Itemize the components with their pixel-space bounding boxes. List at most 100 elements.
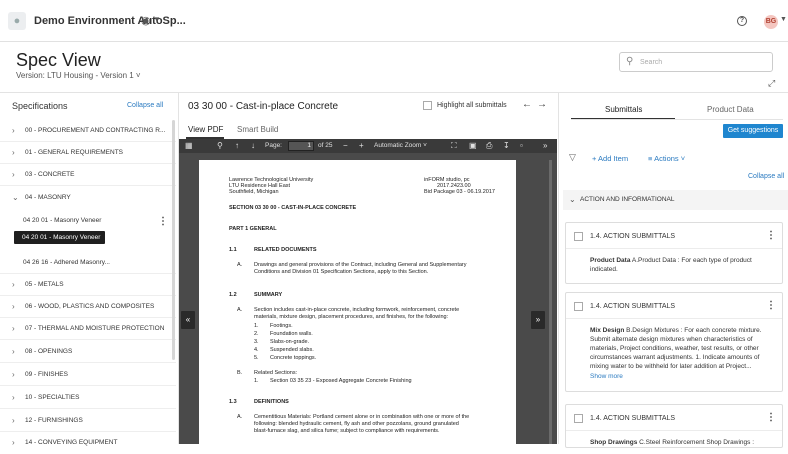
section-header-action-informational[interactable]: ⌄ ACTION AND INFORMATIONAL xyxy=(563,190,788,210)
previous-arrow-icon[interactable]: ← xyxy=(522,99,532,110)
spec-item-03[interactable]: › 03 - CONCRETE xyxy=(0,164,176,186)
open-file-icon[interactable]: ▣ xyxy=(469,141,477,150)
zoom-chevron-icon: ˅ xyxy=(423,142,427,149)
spec-item-label: 08 - OPENINGS xyxy=(25,348,73,355)
chevron-right-icon: › xyxy=(12,393,15,402)
expand-right-icon[interactable]: » xyxy=(531,311,545,329)
pdf-text-line: following: blended hydraulic cement, fly… xyxy=(254,421,459,427)
divider xyxy=(566,318,782,319)
submittal-card[interactable]: 1.4. ACTION SUBMITTALS ⋮ Shop Drawings C… xyxy=(565,404,783,448)
bookmark-icon[interactable]: ▫ xyxy=(520,141,523,150)
spec-item-01[interactable]: › 01 - GENERAL REQUIREMENTS xyxy=(0,142,176,164)
spec-item-label: 00 - PROCUREMENT AND CONTRACTING R... xyxy=(25,127,166,134)
chevron-right-icon: › xyxy=(12,170,15,179)
more-options-icon[interactable]: ⋮ xyxy=(766,230,776,241)
submittal-checkbox[interactable] xyxy=(574,414,583,423)
app-title[interactable]: Demo Environment AutoSp... xyxy=(34,15,186,27)
submittal-title: 1.4. ACTION SUBMITTALS xyxy=(590,303,676,310)
print-icon[interactable]: ⎙ xyxy=(486,141,492,151)
globe-icon[interactable]: ◉ xyxy=(141,14,151,27)
download-icon[interactable]: ↧ xyxy=(503,141,510,150)
tab-smart-build[interactable]: Smart Build xyxy=(237,125,278,134)
spec-item-10[interactable]: › 10 - SPECIALTIES xyxy=(0,387,176,409)
chevron-right-icon: › xyxy=(12,416,15,425)
submittal-type: Product Data xyxy=(590,257,631,264)
document-title: 03 30 00 - Cast-in-place Concrete xyxy=(188,101,339,112)
spec-item-00[interactable]: › 00 - PROCUREMENT AND CONTRACTING R... xyxy=(0,120,176,142)
avatar-chevron-down-icon[interactable]: ▼ xyxy=(780,16,787,23)
spec-item-14[interactable]: › 14 - CONVEYING EQUIPMENT xyxy=(0,432,176,454)
expand-icon[interactable]: ⤢ xyxy=(768,78,775,89)
spec-item-09[interactable]: › 09 - FINISHES xyxy=(0,364,176,386)
chevron-right-icon: › xyxy=(12,126,15,135)
tools-icon[interactable]: » xyxy=(543,141,547,150)
spec-item-06[interactable]: › 06 - WOOD, PLASTICS AND COMPOSITES xyxy=(0,296,176,318)
version-selector[interactable]: Version: LTU Housing - Version 1 ˅ xyxy=(16,71,141,80)
spec-subitem-04-26-16[interactable]: 04 26 16 - Adhered Masonry... xyxy=(0,252,176,274)
submittal-type: Shop Drawings xyxy=(590,439,638,446)
filter-icon[interactable]: ▽ xyxy=(569,152,576,163)
pdf-list-number: 1. xyxy=(254,378,259,384)
chevron-down-icon[interactable]: ▼ xyxy=(153,15,161,24)
spec-item-12[interactable]: › 12 - FURNISHINGS xyxy=(0,410,176,432)
zoom-out-icon[interactable]: − xyxy=(343,141,348,150)
submittal-card[interactable]: 1.4. ACTION SUBMITTALS ⋮ Mix Design B.De… xyxy=(565,292,783,392)
spec-item-label: 14 - CONVEYING EQUIPMENT xyxy=(25,439,118,446)
page-number-input[interactable]: 1 xyxy=(288,141,314,151)
add-item-button[interactable]: + Add Item xyxy=(592,154,628,163)
pdf-article-title: SUMMARY xyxy=(254,292,283,298)
spec-subitem-04-20-01[interactable]: 04 20 01 - Masonry Veneer xyxy=(0,210,176,232)
zoom-select[interactable]: Automatic Zoom ˅ xyxy=(374,142,427,149)
more-options-icon[interactable]: ⋮ xyxy=(766,412,776,423)
pdf-scrollbar[interactable] xyxy=(549,160,552,444)
submittal-description: C.Steel Reinforcement Shop Drawings : xyxy=(637,439,755,446)
pdf-paragraph-letter: A. xyxy=(237,307,243,313)
pdf-header-line: Bid Package 03 - 06.19.2017 xyxy=(424,189,495,195)
app-logo-icon[interactable]: ● xyxy=(8,12,26,30)
more-options-icon[interactable]: ⋮ xyxy=(158,216,168,227)
pdf-list-item: Slabs-on-grade. xyxy=(270,339,310,345)
pdf-article-number: 1.3 xyxy=(229,399,237,405)
avatar[interactable]: BG xyxy=(764,15,778,29)
spec-item-04[interactable]: ⌄ 04 - MASONRY xyxy=(0,187,176,209)
spec-item-07[interactable]: › 07 - THERMAL AND MOISTURE PROTECTION xyxy=(0,318,176,340)
pdf-list-item: Section 03 35 23 - Exposed Aggregate Con… xyxy=(270,378,412,384)
search-placeholder: Search xyxy=(640,59,663,66)
collapse-left-icon[interactable]: « xyxy=(181,311,195,329)
sidebar-toggle-icon[interactable]: ▦ xyxy=(185,141,193,150)
more-options-icon[interactable]: ⋮ xyxy=(766,300,776,311)
search-input[interactable]: ⚲ Search xyxy=(619,52,773,72)
highlight-all-checkbox[interactable] xyxy=(423,101,432,110)
page-label: Page: xyxy=(265,142,282,149)
get-suggestions-button[interactable]: Get suggestions xyxy=(723,124,783,138)
pdf-part-title: PART 1 GENERAL xyxy=(229,226,277,232)
pdf-text-line: blast-furnace slag, and silica fume; sub… xyxy=(254,428,440,434)
tab-product-data[interactable]: Product Data xyxy=(707,105,754,114)
submittal-checkbox[interactable] xyxy=(574,302,583,311)
find-icon[interactable]: ⚲ xyxy=(217,141,223,150)
spec-item-05[interactable]: › 05 - METALS xyxy=(0,274,176,296)
pdf-list-item: Foundation walls. xyxy=(270,331,313,337)
spec-item-08[interactable]: › 08 - OPENINGS xyxy=(0,341,176,363)
collapse-all-link[interactable]: Collapse all xyxy=(127,102,163,109)
presentation-mode-icon[interactable]: ⛶ xyxy=(451,141,457,151)
help-icon[interactable]: ? xyxy=(737,16,747,26)
show-more-link[interactable]: Show more xyxy=(590,373,623,380)
left-scrollbar[interactable] xyxy=(172,120,175,360)
tab-submittals[interactable]: Submittals xyxy=(605,105,642,114)
pdf-text-line: Related Sections: xyxy=(254,370,298,376)
spec-item-label: 01 - GENERAL REQUIREMENTS xyxy=(25,149,124,156)
submittal-card[interactable]: 1.4. ACTION SUBMITTALS ⋮ Product Data A.… xyxy=(565,222,783,284)
tab-view-pdf[interactable]: View PDF xyxy=(188,125,223,134)
collapse-all-link[interactable]: Collapse all xyxy=(748,173,784,180)
previous-page-icon[interactable]: ↑ xyxy=(235,141,239,150)
next-arrow-icon[interactable]: → xyxy=(537,99,547,110)
spec-subitem-label: 04 20 01 - Masonry Veneer xyxy=(23,217,102,224)
actions-menu[interactable]: ≡ Actions ˅ xyxy=(648,154,685,163)
submittal-body: Shop Drawings C.Steel Reinforcement Shop… xyxy=(590,438,776,447)
submittal-type: Mix Design xyxy=(590,327,625,334)
highlight-all-label: Highlight all submittals xyxy=(437,102,507,109)
submittal-checkbox[interactable] xyxy=(574,232,583,241)
next-page-icon[interactable]: ↓ xyxy=(251,141,255,150)
zoom-in-icon[interactable]: + xyxy=(359,141,364,150)
